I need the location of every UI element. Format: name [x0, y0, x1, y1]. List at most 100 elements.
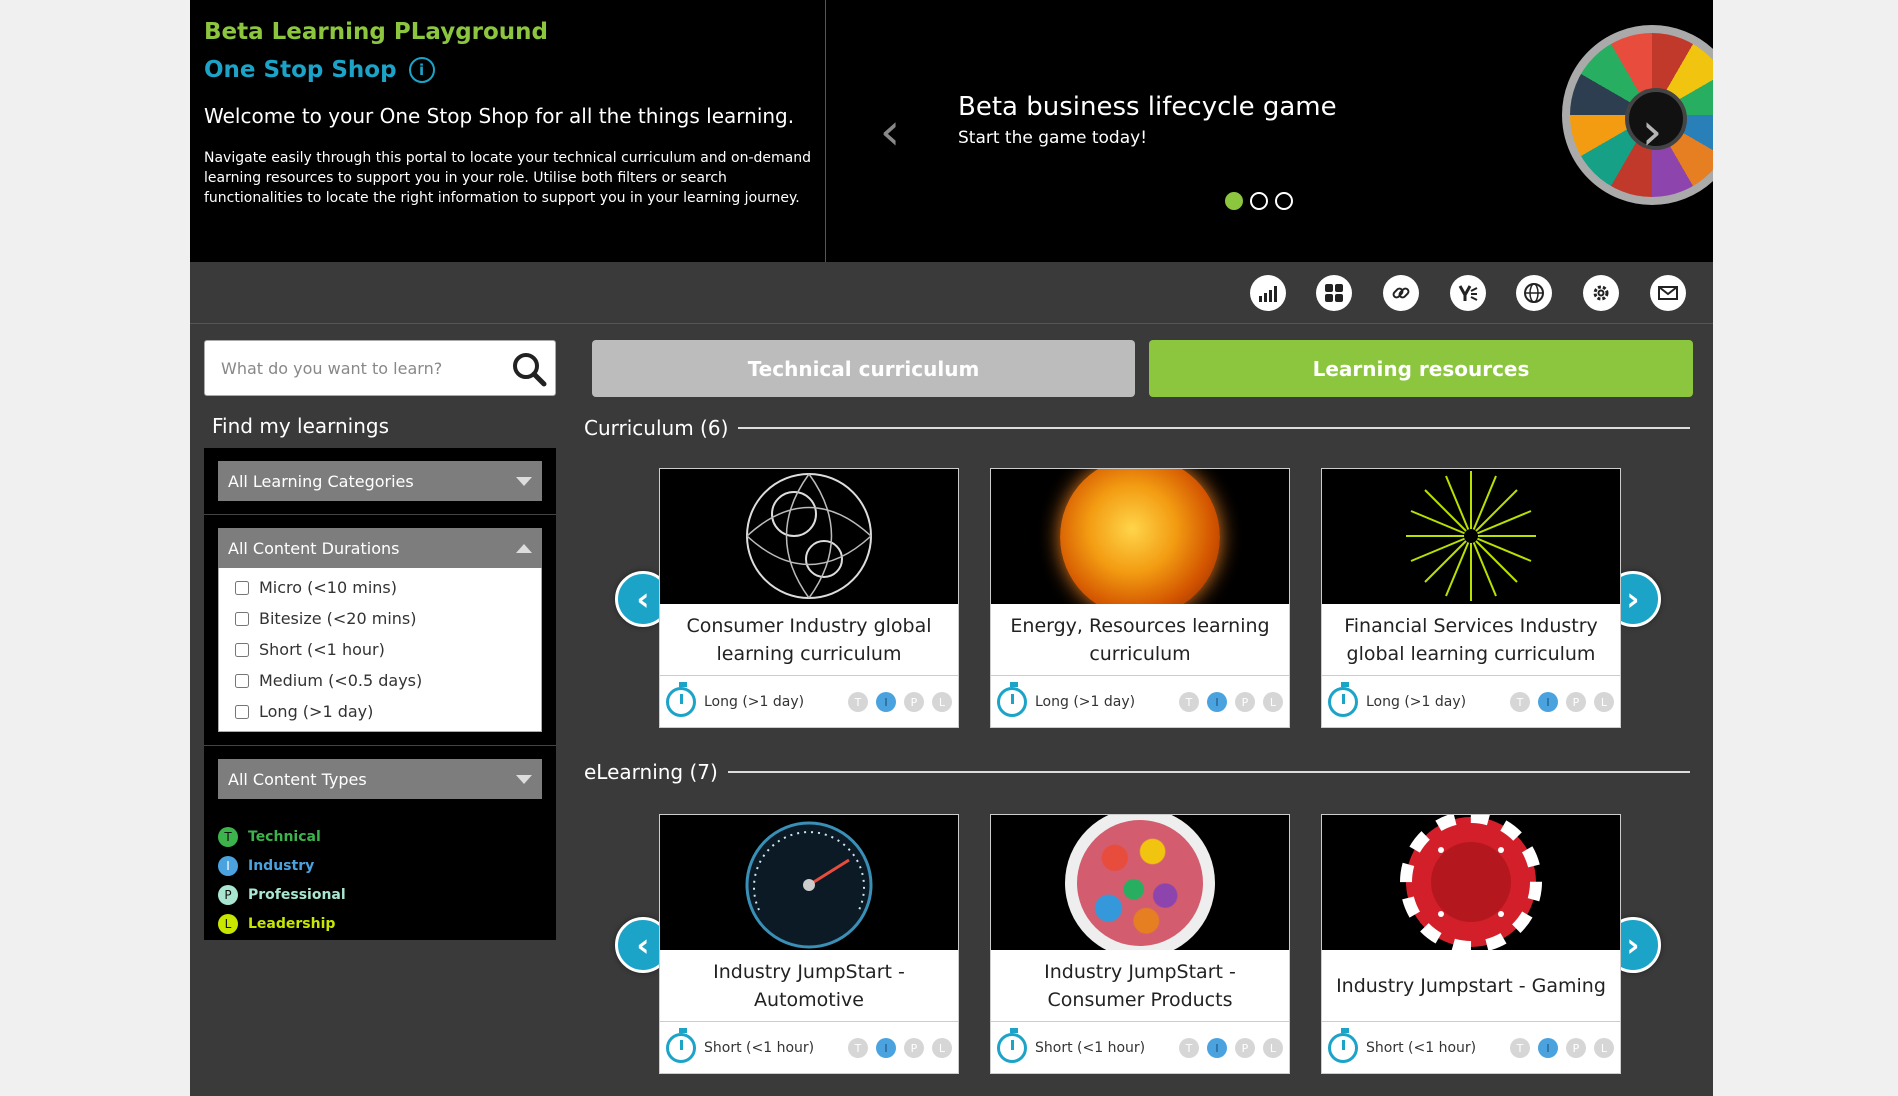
legend-leadership[interactable]: L Leadership: [218, 909, 542, 938]
course-title: Industry JumpStart - Automotive: [660, 950, 958, 1022]
duration-option-short[interactable]: Short (<1 hour): [219, 634, 541, 665]
search-input[interactable]: [205, 341, 505, 395]
filter-panel: All Learning Categories All Content Dura…: [204, 448, 556, 940]
legend-label: Technical: [248, 828, 321, 845]
badge-leadership: L: [1594, 1038, 1614, 1058]
tab-learning-resources[interactable]: Learning resources: [1149, 340, 1693, 397]
grid-icon[interactable]: [1316, 275, 1352, 311]
duration-option-micro[interactable]: Micro (<10 mins): [219, 572, 541, 603]
badge-industry: I: [876, 1038, 896, 1058]
type-badges: T I P L: [1510, 1038, 1614, 1058]
stopwatch-icon: [1328, 1027, 1358, 1063]
chart-icon[interactable]: [1250, 275, 1286, 311]
course-title: Industry JumpStart - Consumer Products: [991, 950, 1289, 1022]
chevron-down-icon: [516, 774, 532, 784]
duration-checkbox-long[interactable]: [235, 704, 249, 719]
find-learnings-title: Find my learnings: [212, 414, 390, 438]
type-badges: T I P L: [1510, 692, 1614, 712]
duration-option-long[interactable]: Long (>1 day): [219, 696, 541, 727]
course-title: Industry Jumpstart - Gaming: [1322, 950, 1620, 1022]
course-card[interactable]: Consumer Industry global learning curric…: [659, 468, 959, 728]
site-subtitle-text: One Stop Shop: [204, 57, 397, 83]
type-badges: T I P L: [848, 692, 952, 712]
badge-leadership: L: [1263, 692, 1283, 712]
legend-professional[interactable]: P Professional: [218, 880, 542, 909]
carousel-next-icon[interactable]: ›: [1637, 106, 1667, 158]
course-card[interactable]: Financial Services Industry global learn…: [1321, 468, 1621, 728]
content-type-legend: T Technical I Industry P Professional L …: [204, 812, 556, 938]
badge-industry: I: [876, 692, 896, 712]
site-title: Beta Learning PLayground: [204, 19, 549, 45]
duration-checkbox-short[interactable]: [235, 642, 249, 657]
course-card[interactable]: Industry JumpStart - Consumer Products S…: [990, 814, 1290, 1074]
professional-badge-icon: P: [218, 884, 238, 905]
globe-icon[interactable]: [1516, 275, 1552, 311]
badge-industry: I: [1538, 1038, 1558, 1058]
mail-icon[interactable]: [1650, 275, 1686, 311]
type-badges: T I P L: [1179, 1038, 1283, 1058]
industry-badge-icon: I: [218, 855, 238, 876]
course-meta: Long (>1 day) T I P L: [660, 676, 958, 727]
technical-badge-icon: T: [218, 826, 238, 847]
yammer-icon[interactable]: [1450, 275, 1486, 311]
chevron-up-icon: [516, 543, 532, 553]
types-dropdown[interactable]: All Content Types: [218, 759, 542, 799]
course-title: Consumer Industry global learning curric…: [660, 604, 958, 676]
sun-image: [1060, 469, 1220, 604]
badge-leadership: L: [1263, 1038, 1283, 1058]
type-badges: T I P L: [848, 1038, 952, 1058]
legend-label: Industry: [248, 857, 315, 874]
course-card[interactable]: Industry JumpStart - Automotive Short (<…: [659, 814, 959, 1074]
search-icon[interactable]: [509, 349, 549, 389]
duration-checkbox-bitesize[interactable]: [235, 611, 249, 626]
app-frame: Beta Learning PLayground One Stop Shop i…: [190, 0, 1713, 1096]
badge-professional: P: [1566, 1038, 1586, 1058]
info-icon[interactable]: i: [408, 57, 435, 83]
badge-technical: T: [848, 1038, 868, 1058]
course-card[interactable]: Energy, Resources learning curriculum Lo…: [990, 468, 1290, 728]
link-icon[interactable]: [1383, 275, 1419, 311]
section-divider: [738, 427, 1690, 429]
chevron-down-icon: [516, 476, 532, 486]
slide-title[interactable]: Beta business lifecycle game: [958, 92, 1337, 122]
categories-dropdown[interactable]: All Learning Categories: [218, 461, 542, 501]
types-filter: All Content Types: [204, 746, 556, 812]
badge-leadership: L: [932, 692, 952, 712]
welcome-text: Welcome to your One Stop Shop for all th…: [204, 104, 795, 128]
badge-technical: T: [848, 692, 868, 712]
legend-technical[interactable]: T Technical: [218, 822, 542, 851]
legend-industry[interactable]: I Industry: [218, 851, 542, 880]
course-duration: Long (>1 day): [1366, 693, 1467, 710]
course-duration: Short (<1 hour): [1366, 1039, 1477, 1056]
course-meta: Long (>1 day) T I P L: [1322, 676, 1620, 727]
carousel-dot-1[interactable]: [1225, 192, 1243, 210]
carousel-dot-2[interactable]: [1250, 192, 1268, 210]
carousel-dot-3[interactable]: [1275, 192, 1293, 210]
carousel-prev-icon[interactable]: ‹: [875, 106, 905, 158]
badge-industry: I: [1207, 692, 1227, 712]
stopwatch-icon: [666, 681, 696, 717]
tab-technical-curriculum[interactable]: Technical curriculum: [592, 340, 1135, 397]
duration-option-label: Bitesize (<20 mins): [259, 609, 417, 628]
duration-option-bitesize[interactable]: Bitesize (<20 mins): [219, 603, 541, 634]
type-badges: T I P L: [1179, 692, 1283, 712]
duration-checkbox-medium[interactable]: [235, 673, 249, 688]
quick-links-toolbar: [190, 262, 1713, 324]
search-box: [204, 340, 556, 396]
course-meta: Short (<1 hour) T I P L: [991, 1022, 1289, 1073]
badge-leadership: L: [1594, 692, 1614, 712]
duration-checkbox-micro[interactable]: [235, 580, 249, 595]
durations-filter: All Content Durations Micro (<10 mins) B…: [204, 515, 556, 746]
durations-dropdown[interactable]: All Content Durations: [218, 528, 542, 568]
course-thumbnail: [1322, 815, 1620, 950]
stopwatch-icon: [997, 681, 1027, 717]
course-card[interactable]: Industry Jumpstart - Gaming Short (<1 ho…: [1321, 814, 1621, 1074]
legend-label: Leadership: [248, 915, 336, 932]
gear-icon[interactable]: [1583, 275, 1619, 311]
categories-dropdown-label: All Learning Categories: [228, 471, 414, 491]
badge-industry: I: [1207, 1038, 1227, 1058]
leadership-badge-icon: L: [218, 913, 238, 934]
duration-options: Micro (<10 mins) Bitesize (<20 mins) Sho…: [218, 568, 542, 732]
duration-option-medium[interactable]: Medium (<0.5 days): [219, 665, 541, 696]
site-subtitle: One Stop Shop i: [204, 54, 811, 86]
